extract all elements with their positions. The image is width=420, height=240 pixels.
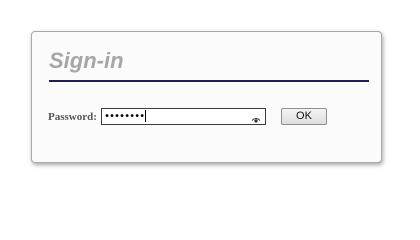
eye-icon[interactable] [251,112,261,123]
page-title: Sign-in [49,48,124,73]
password-value: •••••••• [104,109,147,124]
text-caret [145,110,147,122]
signin-panel: Sign-in Password: •••••••• OK [31,31,382,163]
password-field[interactable]: •••••••• [101,108,266,125]
ok-button[interactable]: OK [281,108,327,125]
password-label: Password: [48,111,97,123]
password-mask: •••••••• [104,111,145,122]
title-divider [49,80,369,82]
